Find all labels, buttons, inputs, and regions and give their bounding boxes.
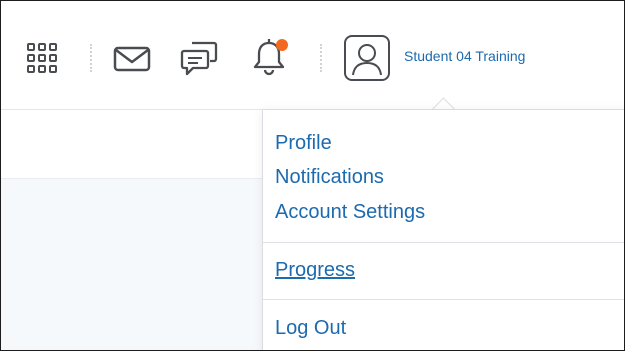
envelope-icon[interactable] [113, 46, 151, 72]
top-navigation-bar: Student 04 Training [1, 1, 624, 110]
toolbar-separator [90, 44, 92, 72]
menu-divider [263, 299, 624, 300]
menu-item-log-out[interactable]: Log Out [275, 317, 346, 340]
toolbar-separator [320, 44, 322, 72]
username-link[interactable]: Student 04 Training [404, 48, 525, 64]
app-frame: Student 04 Training Profile Notification… [0, 0, 625, 351]
grid-icon[interactable] [26, 42, 60, 76]
menu-item-account-settings[interactable]: Account Settings [275, 201, 425, 224]
notification-dot [276, 39, 288, 51]
menu-divider [263, 242, 624, 243]
user-menu-dropdown: Profile Notifications Account Settings P… [262, 109, 624, 350]
menu-item-progress[interactable]: Progress [275, 259, 355, 282]
bell-icon[interactable] [249, 37, 291, 77]
menu-item-profile[interactable]: Profile [275, 132, 332, 155]
menu-item-notifications[interactable]: Notifications [275, 166, 384, 189]
user-avatar-icon [352, 44, 382, 76]
chat-bubbles-icon[interactable] [180, 40, 218, 78]
user-avatar[interactable] [344, 35, 390, 81]
